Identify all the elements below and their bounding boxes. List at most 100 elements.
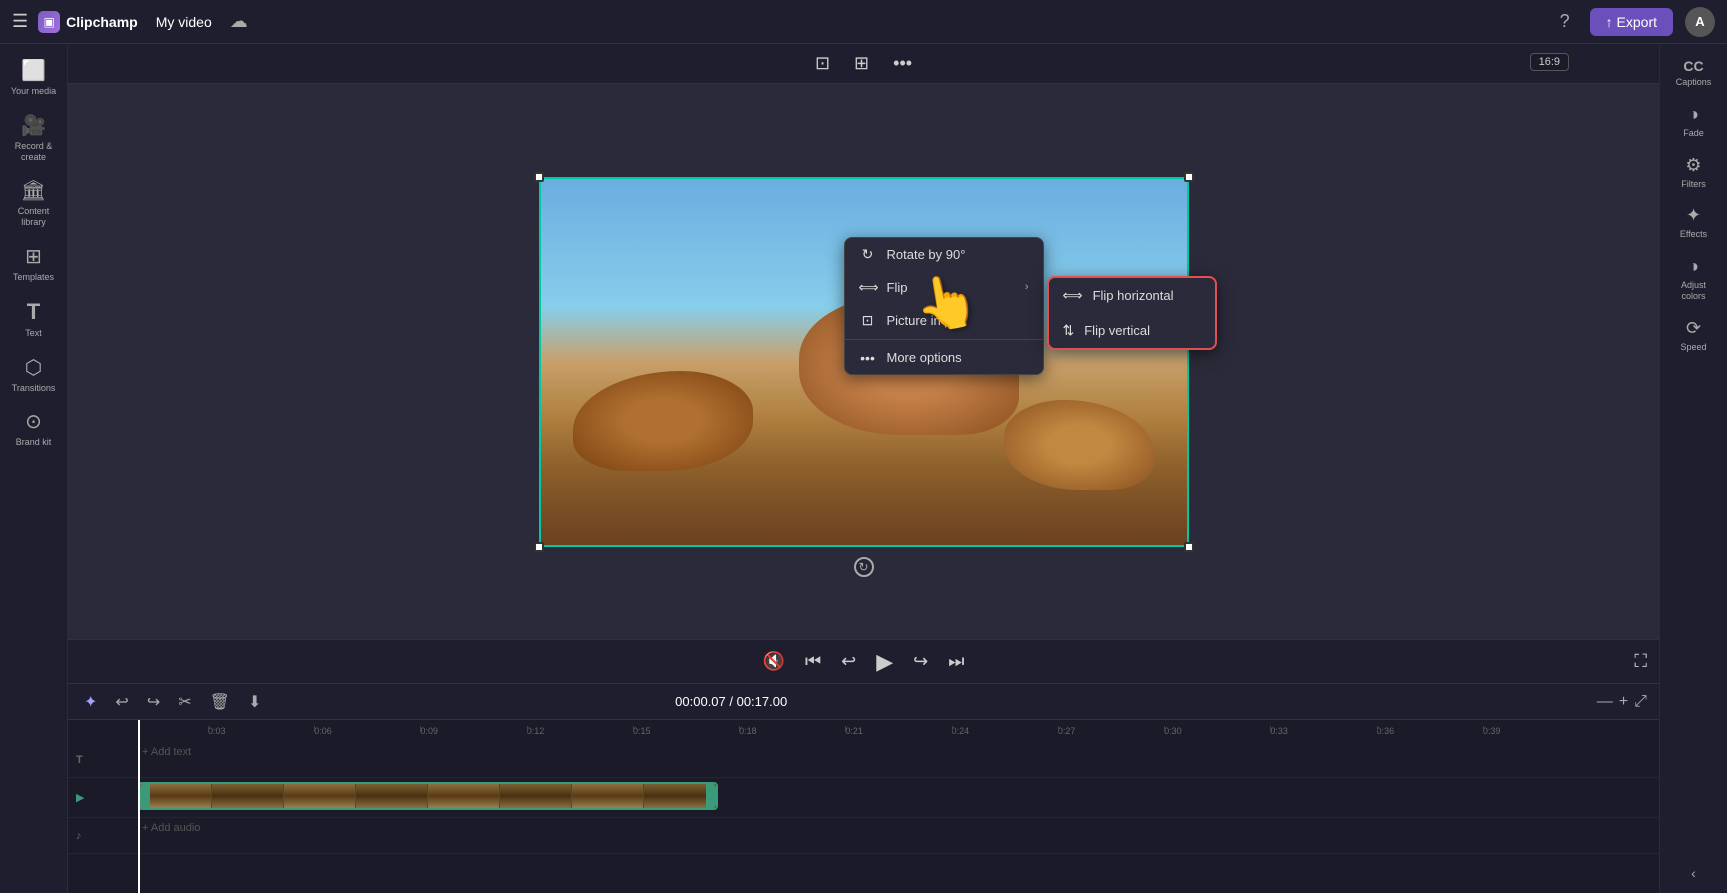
undo-button[interactable]: ↩: [111, 690, 132, 714]
hamburger-menu[interactable]: ☰: [12, 11, 28, 32]
right-sidebar: CC Captions ◑ Fade ⚙ Filters ✦ Effects ◑…: [1659, 44, 1727, 893]
zoom-controls: — + ⤢: [1597, 693, 1647, 711]
center-area: ⊡ ⊞ ••• 16:9 ↻: [68, 44, 1659, 893]
right-sidebar-item-adjust-colors[interactable]: ◑ Adjustcolors: [1664, 250, 1724, 308]
ctx-flip-label: Flip: [887, 280, 908, 295]
video-track-icon: ▶: [76, 791, 84, 804]
ctx-flip[interactable]: ⟺ Flip ›: [845, 271, 1043, 304]
fit-timeline-button[interactable]: ⤢: [1634, 693, 1647, 711]
fade-label: Fade: [1683, 128, 1704, 139]
rock-3: [1004, 400, 1154, 490]
sidebar-item-your-media[interactable]: ⬜ Your media: [4, 52, 64, 103]
captions-label: Captions: [1676, 77, 1712, 88]
ruler-mark-036: 0:36: [1377, 726, 1483, 736]
app-logo: ▣ Clipchamp: [38, 11, 138, 33]
redo-button[interactable]: ↪: [143, 690, 164, 714]
forward-5s-button[interactable]: ↪: [913, 651, 928, 672]
clip-left-handle[interactable]: [140, 784, 150, 808]
play-pause-button[interactable]: ▶: [876, 649, 893, 675]
aspect-ratio-display: 16:9: [1530, 53, 1569, 71]
skip-to-start-button[interactable]: ⏮: [805, 651, 821, 672]
adjust-colors-icon: ◑: [1688, 256, 1699, 277]
effects-icon: ✦: [1686, 205, 1701, 226]
clip-thumb-5: [428, 784, 500, 808]
content-library-icon: 🏛: [21, 178, 46, 203]
zoom-in-button[interactable]: +: [1619, 693, 1628, 711]
delete-button[interactable]: 🗑: [206, 690, 234, 714]
save-button[interactable]: ⬇: [244, 690, 265, 714]
text-track-content[interactable]: + Add text: [138, 742, 1659, 777]
zoom-out-button[interactable]: —: [1597, 693, 1613, 711]
ruler-mark-033: 0:33: [1270, 726, 1376, 736]
flip-horizontal-item[interactable]: ⟺ Flip horizontal: [1049, 278, 1215, 313]
fullscreen-button[interactable]: ⛶: [1634, 651, 1647, 672]
resize-handle-bl[interactable]: [534, 542, 544, 552]
avatar[interactable]: A: [1685, 7, 1715, 37]
sidebar-item-brand-kit[interactable]: ⊙ Brand kit: [4, 403, 64, 454]
sidebar-item-record-create[interactable]: 🎥 Record &create: [4, 107, 64, 169]
pip-icon: ⊡: [859, 312, 877, 329]
crop-button[interactable]: ⊡: [807, 49, 838, 78]
sidebar-label-brand-kit: Brand kit: [16, 437, 52, 448]
ruler-mark-018: 0:18: [739, 726, 845, 736]
speed-icon: ⟳: [1686, 318, 1701, 339]
sidebar-item-text[interactable]: T Text: [4, 293, 64, 345]
right-sidebar-item-captions[interactable]: CC Captions: [1664, 52, 1724, 94]
add-text-hint[interactable]: + Add text: [138, 746, 191, 758]
sidebar-label-content-library: Contentlibrary: [18, 206, 50, 228]
rewind-5s-button[interactable]: ↩: [841, 651, 856, 672]
text-track-row: T + Add text: [68, 742, 1659, 778]
playback-controls: 🔇 ⏮ ↩ ▶ ↪ ⏭ ⛶: [68, 639, 1659, 683]
more-options-button[interactable]: •••: [885, 49, 920, 78]
sidebar-label-transitions: Transitions: [12, 383, 56, 394]
app-name: Clipchamp: [66, 14, 138, 30]
fade-icon: ◑: [1688, 104, 1699, 125]
video-clip[interactable]: [138, 782, 718, 810]
transitions-icon: ⬡: [25, 355, 42, 380]
timeline-tracks: T + Add text ▶: [68, 742, 1659, 893]
right-sidebar-item-speed[interactable]: ⟳ Speed: [1664, 312, 1724, 359]
cut-button[interactable]: ✂: [174, 690, 195, 714]
sidebar-item-transitions[interactable]: ⬡ Transitions: [4, 349, 64, 400]
ctx-picture-in-picture[interactable]: ⊡ Picture in p...: [845, 304, 1043, 337]
ruler-mark-039: 0:39: [1483, 726, 1589, 736]
right-sidebar-item-fade[interactable]: ◑ Fade: [1664, 98, 1724, 145]
ruler-mark-024: 0:24: [952, 726, 1058, 736]
rotate-handle[interactable]: ↻: [854, 557, 874, 577]
audio-track-content[interactable]: + Add audio: [138, 818, 1659, 853]
right-sidebar-item-filters[interactable]: ⚙ Filters: [1664, 149, 1724, 196]
sidebar-item-templates[interactable]: ⊞ Templates: [4, 238, 64, 289]
sidebar-item-content-library[interactable]: 🏛 Contentlibrary: [4, 172, 64, 234]
ctx-rotate-by-90[interactable]: ↻ Rotate by 90°: [845, 238, 1043, 271]
resize-handle-tl[interactable]: [534, 172, 544, 182]
clip-right-handle[interactable]: [706, 784, 716, 808]
flip-horizontal-label: Flip horizontal: [1093, 288, 1174, 303]
skip-to-end-button[interactable]: ⏭: [948, 651, 964, 672]
help-button[interactable]: ?: [1552, 7, 1578, 36]
clip-thumb-2: [212, 784, 284, 808]
collapse-sidebar-button[interactable]: ‹: [1687, 861, 1700, 885]
your-media-icon: ⬜: [21, 58, 46, 83]
auto-compose-button[interactable]: ✦: [80, 690, 101, 714]
video-track-row: ▶: [68, 778, 1659, 818]
audio-track-label: ♪: [68, 830, 138, 842]
mute-button[interactable]: 🔇: [763, 651, 785, 672]
right-sidebar-item-effects[interactable]: ✦ Effects: [1664, 199, 1724, 246]
video-title[interactable]: My video: [148, 10, 220, 34]
add-audio-hint[interactable]: + Add audio: [138, 822, 200, 834]
video-track-content[interactable]: [138, 778, 1659, 817]
clip-thumb-1: [140, 784, 212, 808]
export-button[interactable]: ↑ Export: [1590, 8, 1673, 36]
resize-handle-tr[interactable]: [1184, 172, 1194, 182]
ctx-more-options[interactable]: ••• More options: [845, 342, 1043, 374]
clip-thumb-3: [284, 784, 356, 808]
brand-kit-icon: ⊙: [25, 409, 42, 434]
flip-arrow-icon: ›: [1025, 281, 1029, 293]
left-sidebar: ⬜ Your media 🎥 Record &create 🏛 Contentl…: [0, 44, 68, 893]
resize-handle-br[interactable]: [1184, 542, 1194, 552]
video-preview-area: ↻ ↻ Rotate by 90° ⟺ Flip › ⊡ Picture in …: [68, 84, 1659, 639]
sidebar-label-record-create: Record &create: [15, 141, 53, 163]
layout-button[interactable]: ⊞: [846, 49, 877, 78]
captions-icon: CC: [1683, 58, 1703, 74]
flip-vertical-item[interactable]: ⇅ Flip vertical: [1049, 313, 1215, 348]
